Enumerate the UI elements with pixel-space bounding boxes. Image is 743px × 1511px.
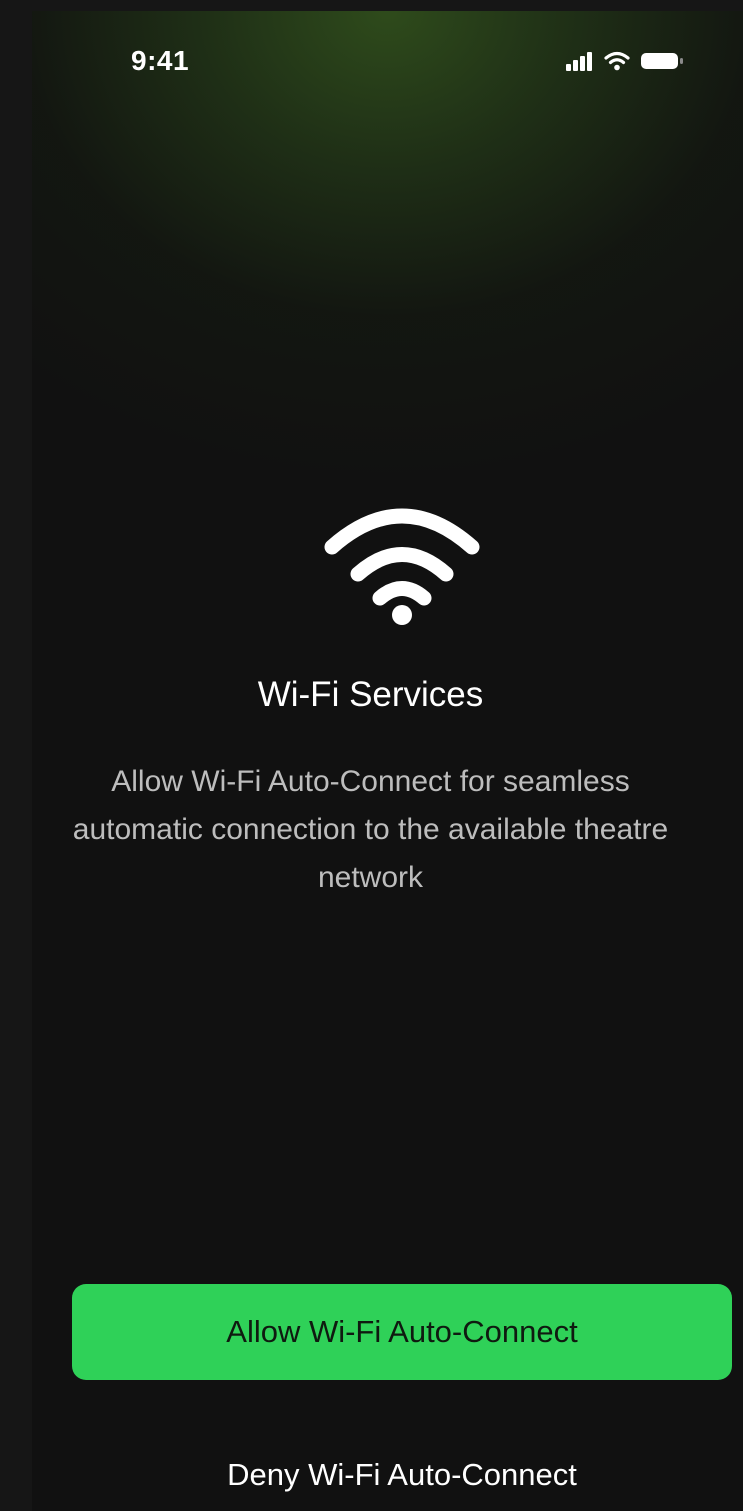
description-text: Allow Wi-Fi Auto-Connect for seamless au…	[72, 765, 669, 894]
allow-auto-connect-button[interactable]: Allow Wi-Fi Auto-Connect	[72, 1284, 732, 1380]
wifi-icon	[604, 51, 630, 76]
status-time: 9:41	[131, 45, 190, 76]
page-title: Wi-Fi Services	[257, 675, 484, 714]
deny-auto-connect-button[interactable]: Deny Wi-Fi Auto-Connect	[72, 1450, 732, 1500]
device-frame: 9:41 Wi-Fi Services Allow Wi-Fi Auto-Con…	[0, 0, 743, 1511]
status-bar: 9:41	[32, 11, 743, 111]
wifi-hero-icon	[324, 499, 480, 629]
battery-icon	[640, 51, 684, 76]
cellular-signal-icon	[566, 51, 594, 76]
status-icons	[566, 51, 684, 75]
